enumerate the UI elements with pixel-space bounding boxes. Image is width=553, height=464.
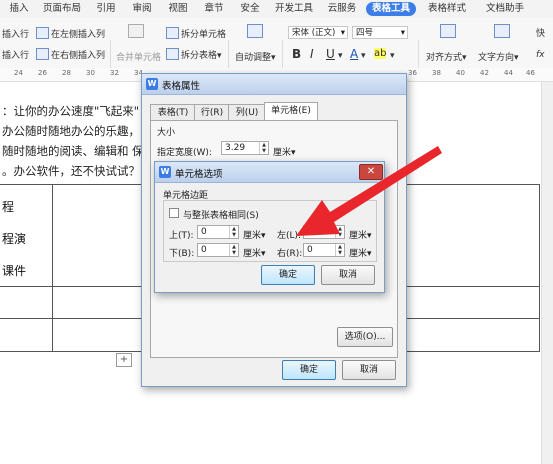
- annotation-arrow-icon: [296, 146, 442, 236]
- arrow-shape: [296, 146, 442, 236]
